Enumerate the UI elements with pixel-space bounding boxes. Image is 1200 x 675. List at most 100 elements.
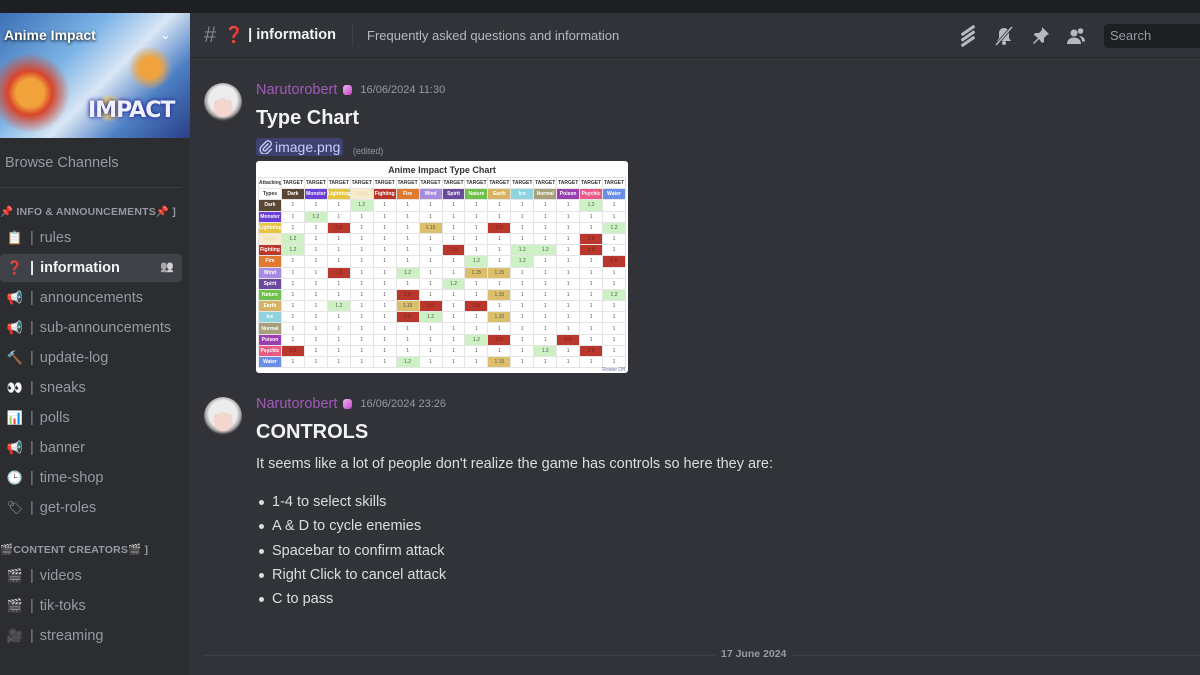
pin-icon[interactable]	[1028, 24, 1052, 48]
sidebar-item-time-shop[interactable]: 🕒 | time-shop	[0, 464, 182, 492]
chart-cell: 1	[418, 333, 443, 346]
search-input[interactable]: Search	[1104, 23, 1200, 48]
sidebar-item-get-roles[interactable]: 🏷 | get-roles	[0, 494, 182, 522]
chart-cell: 1	[602, 344, 626, 358]
attachment-link[interactable]: image.png	[256, 138, 344, 156]
chart-cell: 1	[533, 288, 558, 302]
chart-target-label: TARGET	[372, 176, 397, 190]
chart-cell: 1	[372, 266, 397, 279]
threads-icon[interactable]	[956, 24, 980, 48]
sidebar-item-videos[interactable]: 🎬 | videos	[0, 562, 182, 590]
chart-cell: 1	[303, 300, 328, 313]
channel-emoji-icon: 🔨	[6, 350, 24, 365]
chart-cell: 1	[418, 355, 443, 369]
sidebar-item-sneaks[interactable]: 👀 | sneaks	[0, 374, 182, 402]
create-invite-icon[interactable]: 👥	[160, 260, 174, 273]
chart-row: Monster 1 1.2 1 1 1 1 1 1 1 1 1 1 1 1 1	[258, 210, 626, 223]
channel-topic[interactable]: Frequently asked questions and informati…	[367, 28, 619, 43]
chart-cell: 1	[602, 244, 626, 257]
chart-cell: 1	[349, 221, 374, 234]
mute-bell-icon[interactable]	[992, 24, 1016, 48]
browse-channels-button[interactable]: Browse Channels	[0, 138, 182, 188]
chart-target-label: TARGET	[418, 176, 443, 190]
type-chart-image[interactable]: Anime Impact Type Chart Attacking →TARGE…	[256, 161, 628, 373]
chart-cell: 1	[372, 333, 397, 346]
chart-column-type: Fire	[395, 188, 420, 201]
chart-cell: 1	[556, 255, 581, 268]
chart-cell: 1	[303, 277, 328, 290]
sidebar-item-update-log[interactable]: 🔨 | update-log	[0, 344, 182, 372]
chart-cell: 0.8	[579, 244, 604, 257]
sidebar-item-streaming[interactable]: 🎥 | streaming	[0, 622, 182, 650]
chart-cell: 1	[533, 300, 558, 313]
chart-cell: 1	[326, 255, 351, 268]
chart-cell: 1	[280, 311, 305, 324]
channel-name: get-roles	[39, 500, 97, 516]
sidebar-item-polls[interactable]: 📊 | polls	[0, 404, 182, 432]
chart-cell: 1	[533, 311, 558, 324]
chart-cell: 1	[280, 210, 305, 223]
member-list-icon[interactable]	[1064, 24, 1088, 48]
channel-name: sneaks	[39, 380, 86, 396]
sidebar-item-rules[interactable]: 📋 | rules	[0, 224, 182, 252]
chart-credit: Roster Off	[602, 367, 625, 373]
server-banner[interactable]: Anime Impact ⌄ IMPACT	[0, 13, 190, 138]
channel-name: rules	[39, 230, 72, 246]
channel-separator: |	[30, 440, 34, 456]
channel-emoji-icon: 🎬	[6, 598, 24, 613]
chart-row: Fire 1 1 1 1 1 1 1 1 1.2 1 1.2 1 1 1 0.8	[258, 255, 626, 268]
chart-cell: 1.2	[602, 288, 626, 302]
chart-row: Poison 1 1 1 1 1 1 1 1 1.2 0.8 1 1 0.8 1 1	[258, 333, 626, 346]
chart-cell: 1.2	[280, 244, 305, 257]
chart-cell: 1	[464, 199, 489, 212]
sidebar-item-announcements[interactable]: 📢 | announcements	[0, 284, 182, 312]
chart-row: Fighting 1.2 1 1 1 1 1 1 0.8 1 1 1.2 1.2 1 0.8 1	[258, 244, 626, 257]
sidebar-item-information[interactable]: ❓ | information 👥	[0, 254, 182, 282]
chart-cell: 1	[372, 300, 397, 313]
message-body: It seems like a lot of people don't real…	[256, 456, 774, 472]
chart-cell: 1.2	[510, 244, 535, 257]
list-item: C to pass	[259, 587, 1200, 611]
chart-cell: 1	[441, 221, 466, 234]
chart-cell: 1	[533, 277, 558, 290]
chart-cell: 1	[395, 221, 420, 234]
chart-row-type: Earth	[258, 300, 282, 313]
channel-list: 📌 INFO & ANNOUNCEMENTS📌 ] 📋 | rules ❓ | inform…	[0, 200, 190, 650]
chart-row-type: Poison	[258, 333, 282, 346]
chart-cell: 1	[326, 210, 351, 223]
chart-cell: 1	[441, 266, 466, 279]
channel-name: polls	[39, 410, 70, 426]
channel-category[interactable]: 🎬CONTENT CREATORS🎬 ]	[0, 538, 190, 560]
channel-name: time-shop	[39, 470, 104, 486]
channel-category[interactable]: 📌 INFO & ANNOUNCEMENTS📌 ]	[0, 200, 190, 222]
message-heading: Type Chart	[256, 107, 359, 129]
chart-cell: 1	[533, 333, 558, 346]
chevron-down-icon[interactable]: ⌄	[160, 27, 171, 43]
chart-cell: 1.2	[510, 255, 535, 268]
author-name[interactable]: Narutorobert	[256, 396, 337, 412]
chart-cell: 1	[418, 232, 443, 246]
chart-cell: 1	[372, 277, 397, 290]
chart-column-type: Ice	[510, 188, 535, 201]
sidebar-item-tik-toks[interactable]: 🎬 | tik-toks	[0, 592, 182, 620]
channel-emoji-icon: 📢	[6, 290, 24, 305]
avatar[interactable]	[204, 83, 242, 121]
chart-cell: 1	[602, 333, 626, 346]
chart-cell: 1	[510, 311, 535, 324]
sidebar-item-sub-announcements[interactable]: 📢 | sub-announcements	[0, 314, 182, 342]
chart-cell: 1	[510, 344, 535, 358]
chart-cell: 1	[418, 277, 443, 290]
server-name[interactable]: Anime Impact	[4, 27, 96, 43]
author-name[interactable]: Narutorobert	[256, 82, 337, 98]
chart-cell: 1	[556, 221, 581, 234]
chart-cell: 1	[303, 288, 328, 302]
chart-cell: 1	[326, 311, 351, 324]
chart-cell: 1	[556, 322, 581, 335]
chart-target-label: TARGET	[441, 176, 466, 190]
channel-name: sub-announcements	[39, 320, 172, 336]
avatar[interactable]	[204, 397, 242, 435]
sidebar-item-banner[interactable]: 📢 | banner	[0, 434, 182, 462]
chart-cell: 1	[418, 266, 443, 279]
chart-row: Earth 1 1 1.2 1 1 1.15 0.8 1 0.8 1 1 1 1 1 1	[258, 300, 626, 313]
chart-column-type: Water	[602, 188, 626, 201]
